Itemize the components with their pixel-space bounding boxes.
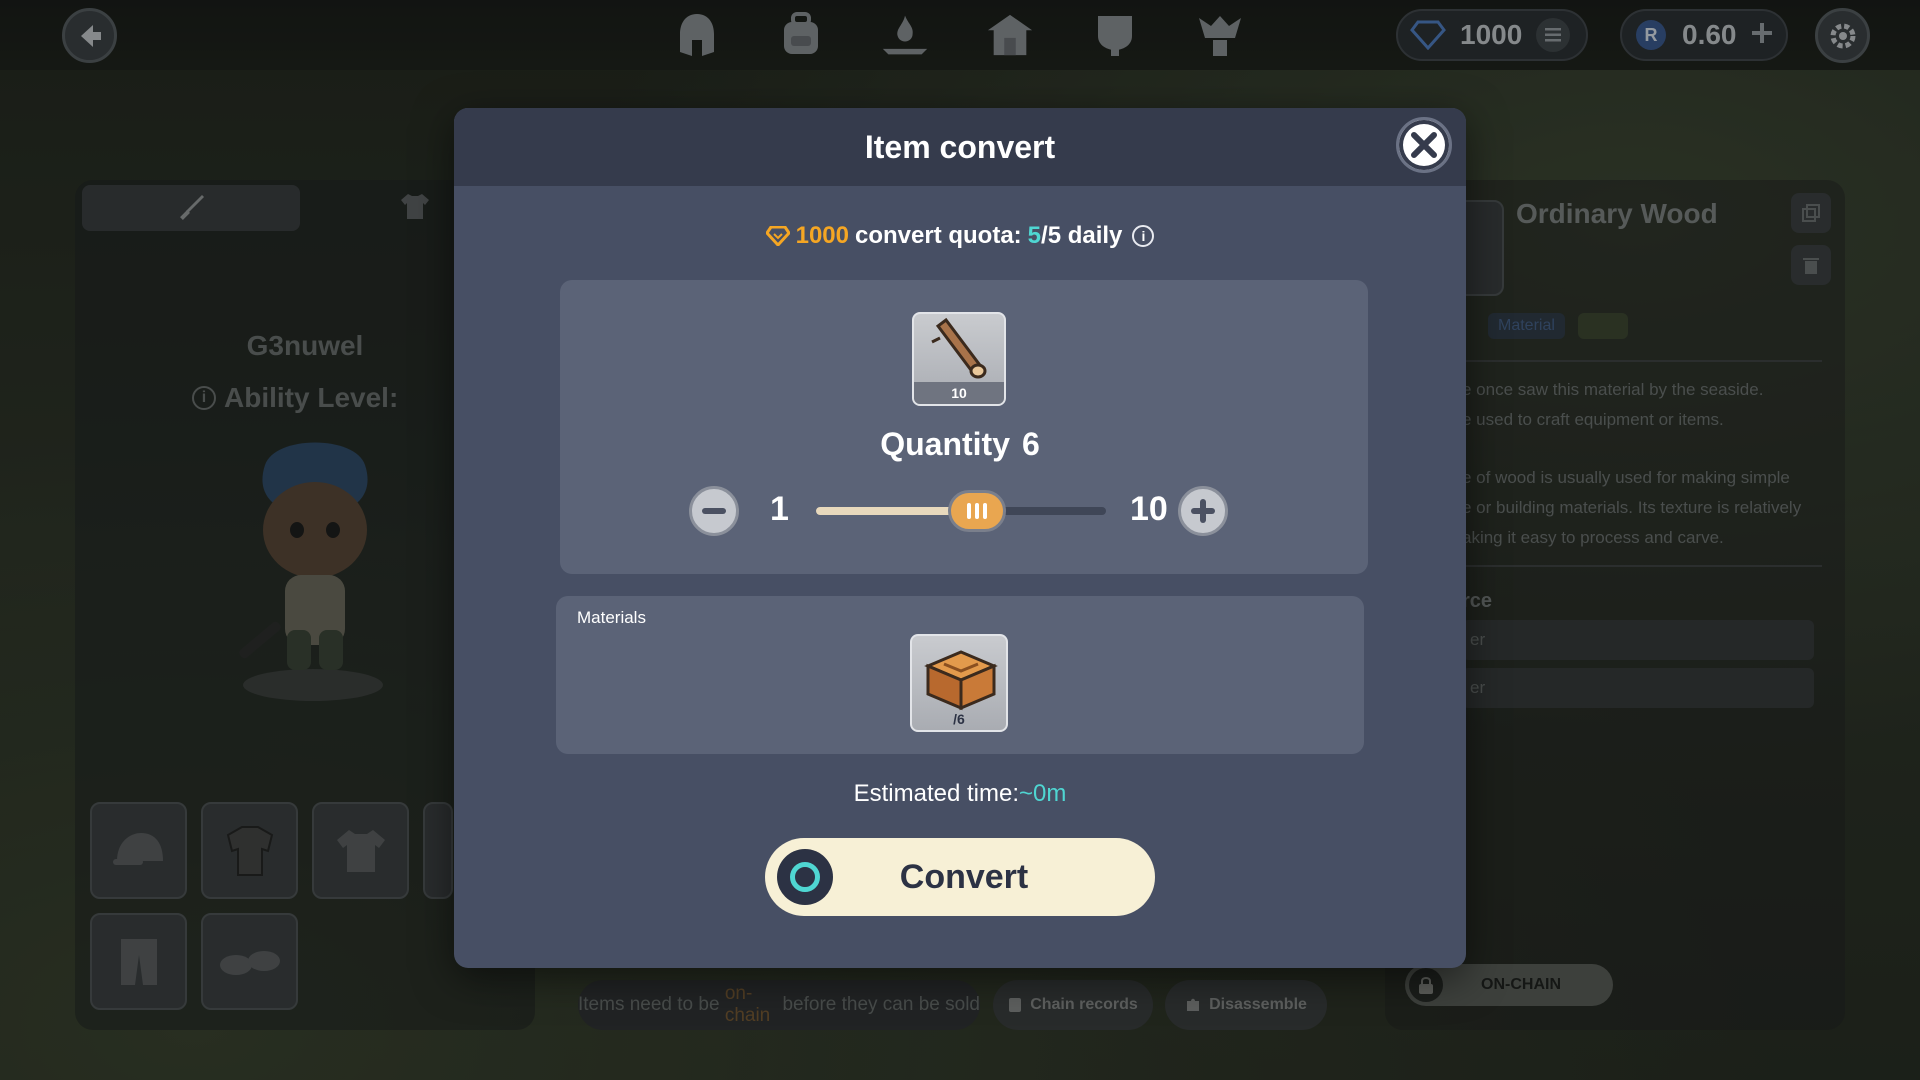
convert-quota: 1000 convert quota: 5/5 daily i xyxy=(0,222,1920,250)
slider-max: 10 xyxy=(1130,490,1168,528)
decrease-button[interactable] xyxy=(689,486,739,536)
close-icon xyxy=(1411,132,1437,158)
minus-icon xyxy=(702,508,726,514)
info-icon[interactable]: i xyxy=(1132,225,1155,247)
quantity-text: Quantity xyxy=(880,426,1010,462)
slider-min: 1 xyxy=(770,490,789,528)
quantity-label: Quantity 6 xyxy=(0,426,1920,463)
estimated-time-value: ~0m xyxy=(1019,780,1067,807)
quota-used: 5 xyxy=(1027,222,1042,249)
item-count: 10 xyxy=(914,382,1004,404)
crate-icon xyxy=(924,650,998,711)
loading-spinner-icon xyxy=(777,849,833,905)
quota-amount: 1000 xyxy=(795,222,849,249)
quantity-slider-thumb[interactable] xyxy=(948,490,1007,532)
modal-header: Item convert xyxy=(454,108,1466,186)
wood-log-icon xyxy=(931,317,987,379)
convert-button[interactable]: Convert xyxy=(765,838,1155,916)
item-card-wood: 10 xyxy=(912,312,1006,406)
modal-title: Item convert xyxy=(864,128,1056,165)
estimated-time-label: Estimated time: xyxy=(853,780,1020,807)
materials-label: Materials xyxy=(577,608,646,627)
quota-rest: /5 daily xyxy=(1041,222,1123,249)
gold-diamond-icon xyxy=(765,226,790,246)
quota-label: convert quota: xyxy=(854,222,1022,249)
quantity-value: 6 xyxy=(1021,426,1040,462)
increase-button[interactable] xyxy=(1178,486,1228,536)
convert-label: Convert xyxy=(899,857,1029,896)
estimated-time: Estimated time:~0m xyxy=(0,780,1920,808)
material-card-crate: /6 xyxy=(910,634,1008,732)
plus-icon xyxy=(1191,499,1215,523)
close-button[interactable] xyxy=(1396,117,1452,173)
material-count: /6 xyxy=(953,711,965,727)
